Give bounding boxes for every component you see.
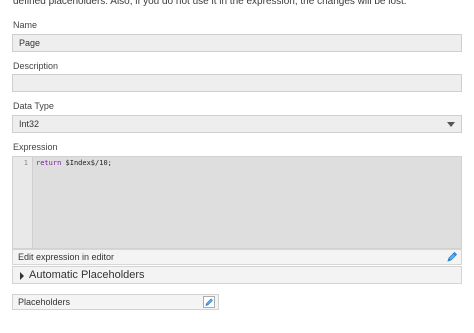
help-text: defined placeholders. Also, if you do no… xyxy=(13,0,468,16)
data-type-value: Int32 xyxy=(19,119,40,129)
name-label: Name xyxy=(13,20,38,30)
edit-expression-button[interactable]: Edit expression in editor xyxy=(12,249,462,265)
code-text: $Index$/10; xyxy=(61,159,112,167)
placeholders-label: Placeholders xyxy=(18,297,71,307)
expand-triangle-icon[interactable] xyxy=(20,272,24,280)
edit-list-icon[interactable] xyxy=(203,296,215,308)
line-number-gutter: 1 xyxy=(13,157,33,248)
chevron-down-icon[interactable] xyxy=(447,122,455,127)
code-keyword: return xyxy=(36,159,62,167)
data-type-label: Data Type xyxy=(13,101,54,111)
name-field-value: Page xyxy=(19,38,41,48)
edit-expression-label: Edit expression in editor xyxy=(18,252,115,262)
expression-label: Expression xyxy=(13,142,58,152)
help-text-content: defined placeholders. Also, if you do no… xyxy=(13,0,407,7)
pencil-icon[interactable] xyxy=(446,251,458,263)
automatic-placeholders-label: Automatic Placeholders xyxy=(29,269,145,281)
data-type-select[interactable]: Int32 xyxy=(12,115,462,133)
expression-editor[interactable]: 1 return $Index$/10; xyxy=(12,156,462,249)
description-label: Description xyxy=(13,61,59,71)
description-field[interactable] xyxy=(12,74,462,92)
automatic-placeholders-expander[interactable]: Automatic Placeholders xyxy=(12,266,462,284)
placeholders-button[interactable]: Placeholders xyxy=(12,294,219,310)
line-number: 1 xyxy=(23,159,28,167)
code-line[interactable]: return $Index$/10; xyxy=(36,159,112,167)
name-field[interactable]: Page xyxy=(12,34,462,52)
